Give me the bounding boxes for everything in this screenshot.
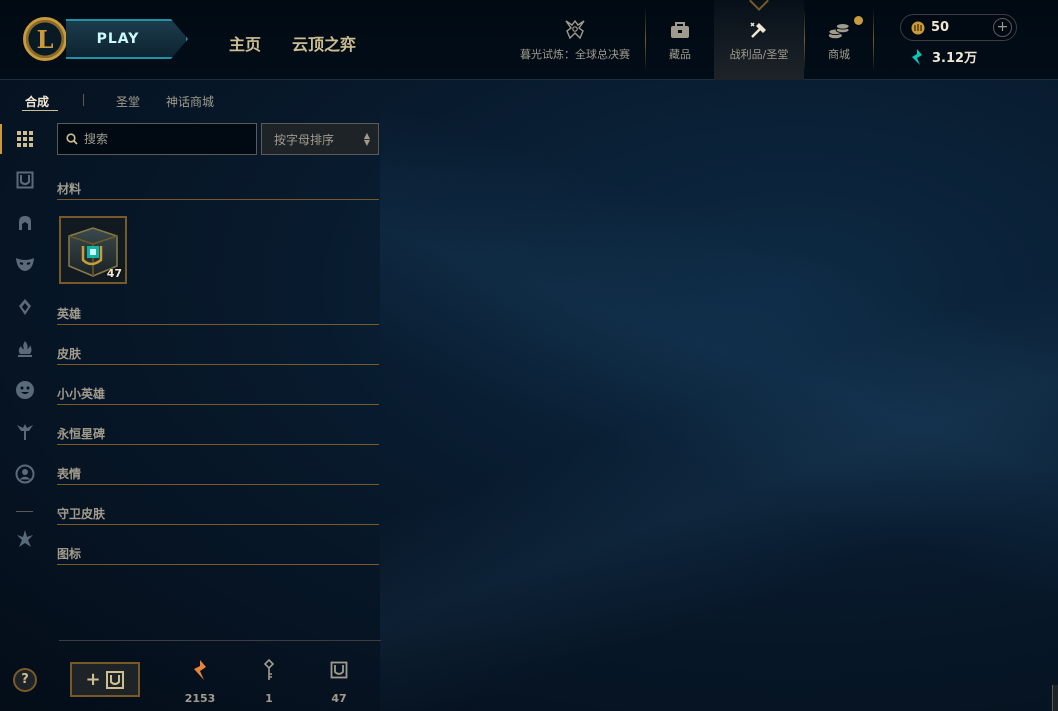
filter-emotes-button[interactable] — [13, 337, 37, 361]
top-icon-nav: 暮光试炼：全球总决赛 藏品 战利品/圣堂 商城 — [505, 0, 874, 80]
filter-profile-icons-button[interactable] — [13, 462, 37, 486]
blue-essence-value: 3.12万 — [932, 51, 978, 66]
tab-sanctum[interactable]: 圣堂 — [116, 93, 140, 110]
tft-companion-icon — [17, 530, 33, 547]
nav-tft[interactable]: 云顶之弈 — [292, 31, 356, 55]
category-icons-label: 图标 — [57, 547, 82, 561]
coins-store-icon — [827, 18, 851, 42]
rail-divider — [16, 511, 33, 512]
worlds-trophy-icon — [563, 18, 587, 42]
add-plus: + — [85, 669, 101, 690]
search-input[interactable] — [84, 132, 244, 146]
nav-store[interactable]: 商城 — [805, 0, 873, 80]
background-streaks — [380, 80, 1058, 711]
chest-value: 47 — [331, 692, 347, 705]
filter-little-legends-button[interactable] — [13, 378, 37, 402]
sort-dropdown[interactable]: 按字母排序 ▲ ▼ — [261, 123, 379, 155]
category-eternals[interactable]: 永恒星碑 — [57, 423, 379, 445]
category-materials-label: 材料 — [57, 182, 82, 196]
orange-essence-stat: 2153 — [180, 658, 220, 705]
category-little-legends[interactable]: 小小英雄 — [57, 383, 379, 405]
sort-dropdown-label: 按字母排序 — [274, 132, 335, 147]
filter-skins-button[interactable] — [13, 252, 37, 276]
blue-essence-icon — [912, 48, 922, 65]
filter-wards-button[interactable] — [13, 295, 37, 319]
loot-item-hextech-chest[interactable]: 47 — [59, 216, 127, 284]
add-chest-button[interactable]: + — [70, 662, 140, 697]
nav-loot-label: 战利品/圣堂 — [729, 48, 789, 61]
category-materials: 材料 — [57, 178, 379, 200]
rail-active-indicator — [0, 124, 2, 154]
category-emotes-label: 表情 — [57, 467, 82, 481]
nav-loot[interactable]: 战利品/圣堂 — [714, 0, 804, 80]
nav-collection-label: 藏品 — [669, 48, 691, 61]
nav-worlds-event[interactable]: 暮光试炼：全球总决赛 — [505, 0, 645, 80]
top-bar: L PLAY 主页 云顶之弈 暮光试炼：全球总决赛 藏品 战利品/圣堂 商城 5… — [0, 0, 1058, 80]
category-icons[interactable]: 图标 — [57, 543, 379, 565]
chest-icon — [319, 658, 359, 682]
category-emotes[interactable]: 表情 — [57, 463, 379, 485]
chest-stat: 47 — [319, 658, 359, 705]
eternals-icon — [17, 424, 33, 440]
key-stat: 1 — [249, 658, 289, 705]
play-button[interactable]: PLAY — [66, 19, 188, 59]
category-eternals-label: 永恒星碑 — [57, 427, 106, 441]
search-icon — [66, 133, 78, 145]
filter-eternals-button[interactable] — [13, 420, 37, 444]
nav-home[interactable]: 主页 — [229, 31, 261, 55]
nav-worlds-label: 暮光试炼：全球总决赛 — [520, 48, 630, 61]
category-skins-label: 皮肤 — [57, 347, 82, 361]
loot-hammer-icon — [747, 18, 771, 42]
profile-icon — [15, 464, 35, 484]
filter-all-button[interactable] — [13, 127, 37, 151]
filter-chests-button[interactable] — [13, 168, 37, 192]
orange-essence-icon — [180, 658, 220, 682]
help-button[interactable]: ? — [13, 668, 37, 692]
tab-divider — [83, 94, 84, 106]
category-ward-skins[interactable]: 守卫皮肤 — [57, 503, 379, 525]
chest-icon — [105, 670, 124, 689]
category-champions[interactable]: 英雄 — [57, 303, 379, 325]
logo-letter: L — [36, 24, 54, 54]
store-notification-dot — [854, 16, 863, 25]
buy-rp-button[interactable]: + — [993, 18, 1012, 37]
blue-essence-balance: 3.12万 — [910, 47, 977, 66]
filter-champions-button[interactable] — [13, 211, 37, 235]
orange-essence-value: 2153 — [184, 692, 216, 705]
active-tab-underline — [22, 110, 58, 111]
tab-mythic-shop[interactable]: 神话商城 — [166, 93, 214, 110]
category-little-legends-label: 小小英雄 — [57, 387, 106, 401]
champion-helmet-icon — [19, 216, 31, 230]
chest-icon — [16, 171, 34, 189]
league-logo[interactable]: L — [23, 17, 67, 61]
chevron-updown-icon: ▲ ▼ — [363, 131, 370, 147]
item-count: 47 — [106, 267, 122, 280]
ward-icon — [19, 299, 31, 315]
scroll-handle[interactable] — [1052, 685, 1058, 711]
active-tab-marker — [749, 0, 769, 11]
skin-mask-icon — [16, 258, 34, 271]
key-value: 1 — [265, 692, 273, 705]
key-icon — [249, 658, 289, 682]
play-label: PLAY — [96, 31, 140, 47]
emote-flame-icon — [18, 341, 32, 357]
footer-divider — [59, 640, 381, 641]
rp-balance[interactable]: 50 + — [900, 14, 1017, 41]
tab-crafting[interactable]: 合成 — [25, 93, 49, 110]
rp-icon — [911, 21, 925, 34]
nav-store-label: 商城 — [828, 48, 850, 61]
collection-bag-icon — [668, 18, 692, 42]
little-legend-face-icon — [16, 381, 34, 399]
category-skins[interactable]: 皮肤 — [57, 343, 379, 365]
search-field[interactable] — [57, 123, 257, 155]
rp-value: 50 — [931, 20, 950, 35]
grid-all-icon — [17, 131, 33, 147]
filter-tft-button[interactable] — [13, 527, 37, 551]
nav-separator — [873, 8, 874, 72]
category-champions-label: 英雄 — [57, 307, 82, 321]
category-ward-skins-label: 守卫皮肤 — [57, 507, 106, 521]
nav-collection[interactable]: 藏品 — [646, 0, 714, 80]
